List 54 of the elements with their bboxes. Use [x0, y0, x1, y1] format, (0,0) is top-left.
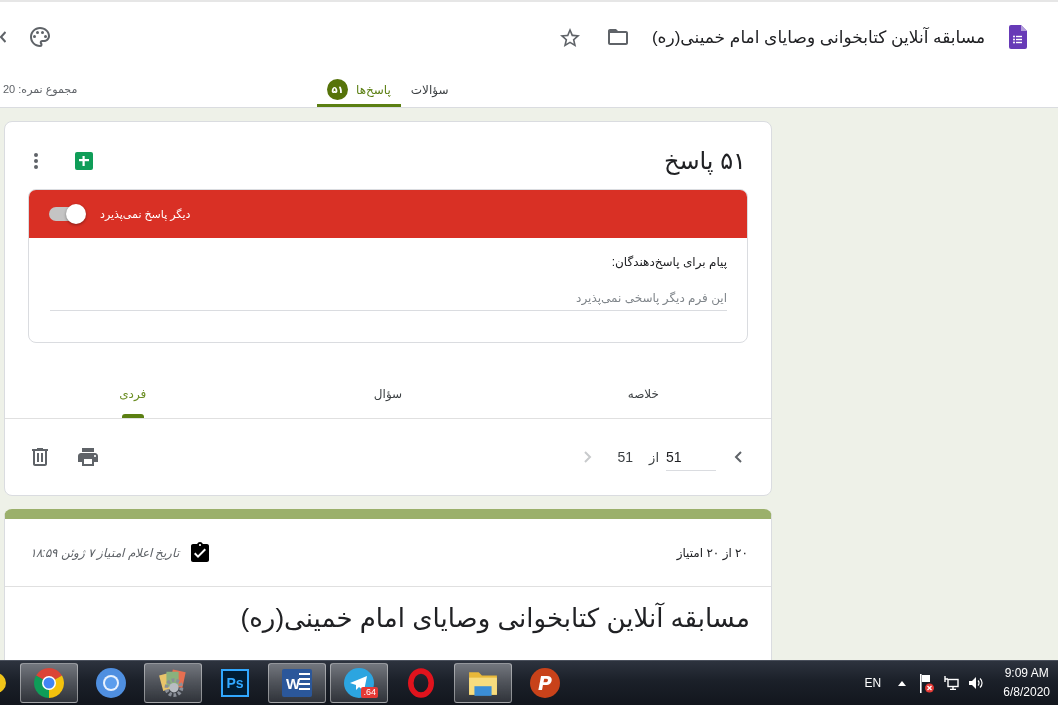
document-icon	[1009, 25, 1027, 49]
app-icon[interactable]	[0, 672, 6, 694]
folder-icon	[468, 670, 498, 696]
page-separator: از	[649, 449, 659, 465]
more-icon[interactable]	[34, 152, 38, 169]
speaker-icon[interactable]	[969, 676, 984, 690]
count-badge: ۵۱	[327, 79, 348, 100]
page-total: 51	[617, 449, 634, 465]
circle-logo-icon	[96, 668, 126, 698]
ring-logo-icon	[34, 668, 64, 698]
responses-title: ۵۱ پاسخ	[663, 146, 746, 175]
oval-logo-icon	[408, 668, 434, 698]
tab[interactable]: خلاصه	[515, 370, 771, 418]
chevron-icon[interactable]	[0, 31, 6, 43]
tab[interactable]: پاسخ‌ها ۵۱	[317, 72, 401, 107]
spreadsheet-icon[interactable]	[75, 151, 93, 170]
tab[interactable]: سؤال	[260, 370, 516, 418]
chevron-left-icon[interactable]	[734, 451, 742, 463]
tab[interactable]: سؤالات	[400, 72, 459, 107]
network-icon[interactable]	[944, 676, 960, 690]
gears-icon	[158, 668, 188, 698]
status-text: دیگر پاسخ نمی‌پذیرد	[100, 207, 191, 221]
taskbar-button[interactable]	[20, 663, 78, 703]
star-icon[interactable]	[559, 27, 580, 47]
palette-icon[interactable]	[30, 27, 50, 47]
score-text: ۲۰ از ۲۰ امتیاز	[676, 545, 748, 560]
taskbar-button[interactable]: .64	[330, 663, 388, 703]
page-field[interactable]: 51	[666, 443, 716, 471]
taskbar-button[interactable]: P	[516, 663, 574, 703]
folder-icon[interactable]	[607, 29, 628, 45]
field-label: پیام برای پاسخ‌دهندگان:	[611, 255, 727, 270]
message-field[interactable]: این فرم دیگر پاسخی نمی‌پذیرد	[50, 285, 727, 311]
language-indicator[interactable]: EN	[864, 676, 882, 690]
form-title: مسابقه آنلاین کتابخوانی وصایای امام خمینی(ره)	[651, 26, 985, 48]
form-title: مسابقه آنلاین کتابخوانی وصایای امام خمینی(ره)	[240, 602, 750, 634]
release-date-text: تاریخ اعلام امتیاز ۷ ژوئن ۱۸:۵۹	[30, 545, 180, 560]
delete-icon[interactable]	[32, 448, 48, 466]
taskbar-button[interactable]	[454, 663, 512, 703]
total-points: مجموع نمره: 20	[2, 83, 78, 96]
taskbar-button[interactable]: W	[268, 663, 326, 703]
clock-time[interactable]: 9:09 AM	[1004, 664, 1049, 683]
app-logo: W	[282, 669, 312, 697]
app-logo: Ps	[221, 669, 249, 697]
taskbar-button[interactable]: Ps	[206, 663, 264, 703]
clock-date[interactable]: 6/8/2020	[1003, 683, 1050, 702]
caret-up-icon[interactable]	[898, 680, 907, 686]
tab[interactable]: فردی	[5, 370, 261, 418]
toggle-switch[interactable]	[48, 204, 86, 224]
flag-icon[interactable]	[920, 673, 935, 693]
count-badge: .64	[361, 687, 378, 698]
clipboard-check-icon	[191, 541, 210, 564]
print-icon[interactable]	[78, 448, 98, 466]
app-logo: P	[530, 668, 560, 698]
taskbar-button[interactable]	[144, 663, 202, 703]
